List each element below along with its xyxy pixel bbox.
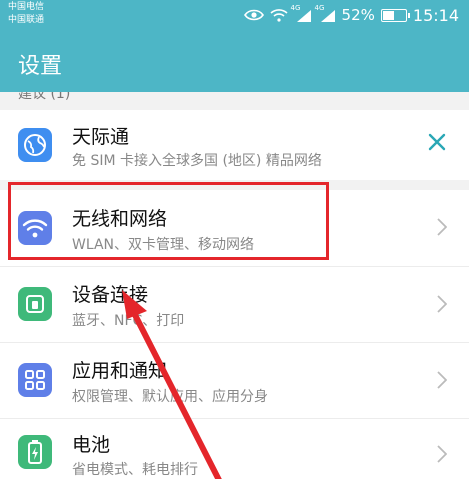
settings-item-subtitle: 省电模式、耗电排行 bbox=[72, 462, 198, 478]
settings-item-title: 设备连接 bbox=[72, 284, 149, 306]
suggestion-title: 天际通 bbox=[72, 126, 130, 148]
carrier-1: 中国电信 bbox=[8, 2, 45, 12]
network-type-1: 4G bbox=[290, 4, 301, 12]
signal-icon: 4G bbox=[315, 4, 336, 22]
wifi-icon bbox=[18, 211, 52, 245]
page-title: 设置 bbox=[18, 54, 63, 79]
apps-icon bbox=[18, 363, 52, 397]
settings-item-title: 无线和网络 bbox=[72, 208, 168, 230]
chevron-right-icon bbox=[437, 445, 448, 467]
battery-icon bbox=[380, 8, 410, 22]
battery-percent: 52% bbox=[341, 6, 375, 24]
status-bar: 中国电信 中国联通 4G 4G 52% 15:14 bbox=[0, 0, 469, 32]
suggestion-subtitle: 免 SIM 卡接入全球多国 (地区) 精品网络 bbox=[72, 153, 322, 169]
chevron-right-icon bbox=[437, 218, 448, 240]
suggestions-header: 建议 (1) bbox=[18, 92, 71, 102]
suggestion-item-tianjitong[interactable]: 天际通 免 SIM 卡接入全球多国 (地区) 精品网络 bbox=[0, 110, 469, 180]
settings-item-subtitle: 权限管理、默认应用、应用分身 bbox=[72, 389, 268, 405]
wifi-icon bbox=[270, 8, 288, 22]
settings-item-wireless-network[interactable]: 无线和网络 WLAN、双卡管理、移动网络 bbox=[0, 190, 469, 266]
battery-icon bbox=[18, 435, 52, 469]
device-connect-icon bbox=[18, 287, 52, 321]
settings-list[interactable]: 建议 (1) 天际通 免 SIM 卡接入全球多国 (地区) 精品网络 无线和网络… bbox=[0, 92, 469, 479]
clock: 15:14 bbox=[412, 5, 459, 25]
settings-item-title: 应用和通知 bbox=[72, 360, 168, 382]
settings-item-device-connection[interactable]: 设备连接 蓝牙、NFC、打印 bbox=[0, 266, 469, 342]
status-icons: 4G 4G 52% 15:14 bbox=[243, 4, 459, 25]
settings-item-apps-notifications[interactable]: 应用和通知 权限管理、默认应用、应用分身 bbox=[0, 342, 469, 418]
carrier-labels: 中国电信 中国联通 bbox=[8, 1, 44, 27]
globe-icon bbox=[18, 128, 52, 162]
settings-item-subtitle: 蓝牙、NFC、打印 bbox=[72, 313, 185, 329]
signal-icon: 4G bbox=[291, 4, 312, 22]
carrier-2: 中国联通 bbox=[8, 15, 45, 25]
chevron-right-icon bbox=[437, 295, 448, 317]
settings-item-title: 电池 bbox=[72, 434, 111, 456]
eye-icon bbox=[243, 8, 264, 22]
close-icon[interactable] bbox=[427, 132, 447, 156]
settings-item-subtitle: WLAN、双卡管理、移动网络 bbox=[72, 237, 255, 253]
network-type-2: 4G bbox=[314, 4, 325, 12]
app-bar: 设置 bbox=[0, 32, 469, 92]
chevron-right-icon bbox=[437, 371, 448, 393]
settings-item-battery[interactable]: 电池 省电模式、耗电排行 bbox=[0, 418, 469, 479]
